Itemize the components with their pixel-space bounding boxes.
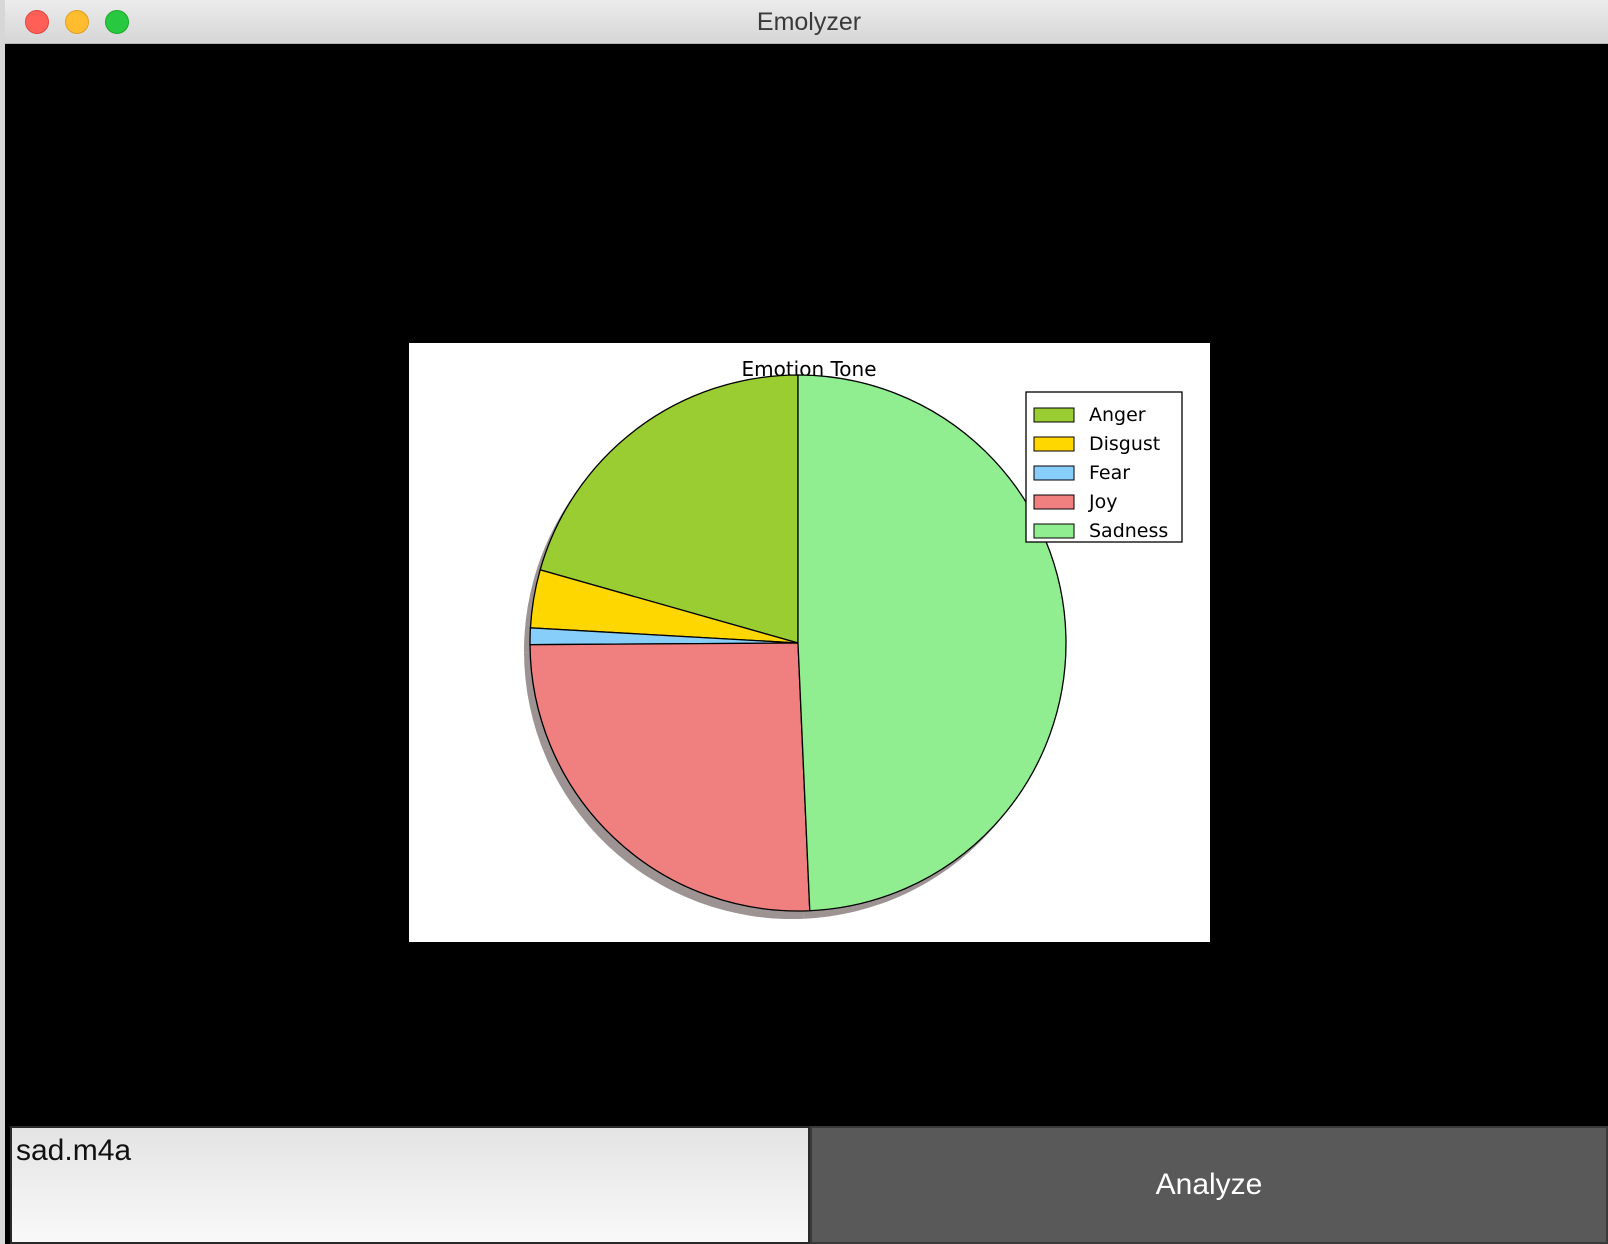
legend-swatch-anger — [1033, 407, 1075, 423]
legend-label-sadness: Sadness — [1089, 520, 1168, 542]
bottom-bar: sad.m4a Analyze — [10, 1126, 1608, 1244]
legend-swatch-sadness — [1033, 523, 1075, 539]
legend-swatch-disgust — [1033, 436, 1075, 452]
legend-label-fear: Fear — [1089, 462, 1130, 484]
main-canvas-area: Emotion Tone Anger Disgust Fear Joy Sadness — [10, 44, 1608, 1126]
pie-slice-joy — [529, 642, 811, 912]
legend-swatch-fear — [1033, 465, 1075, 481]
legend-label-anger: Anger — [1089, 404, 1146, 426]
analyze-button[interactable]: Analyze — [810, 1126, 1608, 1244]
legend-label-joy: Joy — [1088, 491, 1117, 513]
chart-legend: Anger Disgust Fear Joy Sadness — [1025, 391, 1183, 543]
legend-swatch-joy — [1033, 494, 1075, 510]
chart-panel: Emotion Tone Anger Disgust Fear Joy Sadness — [409, 343, 1210, 942]
window-title: Emolyzer — [756, 8, 862, 36]
title-bar[interactable]: Emolyzer — [5, 0, 1608, 44]
legend-label-disgust: Disgust — [1089, 433, 1160, 455]
app-window: Emolyzer Emotion Tone Anger Disgust Fear Jo… — [0, 0, 1608, 1244]
file-name-field[interactable]: sad.m4a — [10, 1126, 810, 1244]
pie-slices — [529, 374, 1067, 912]
pie-chart: Emotion Tone AngerDisgustFearJoySadness — [524, 357, 1183, 920]
